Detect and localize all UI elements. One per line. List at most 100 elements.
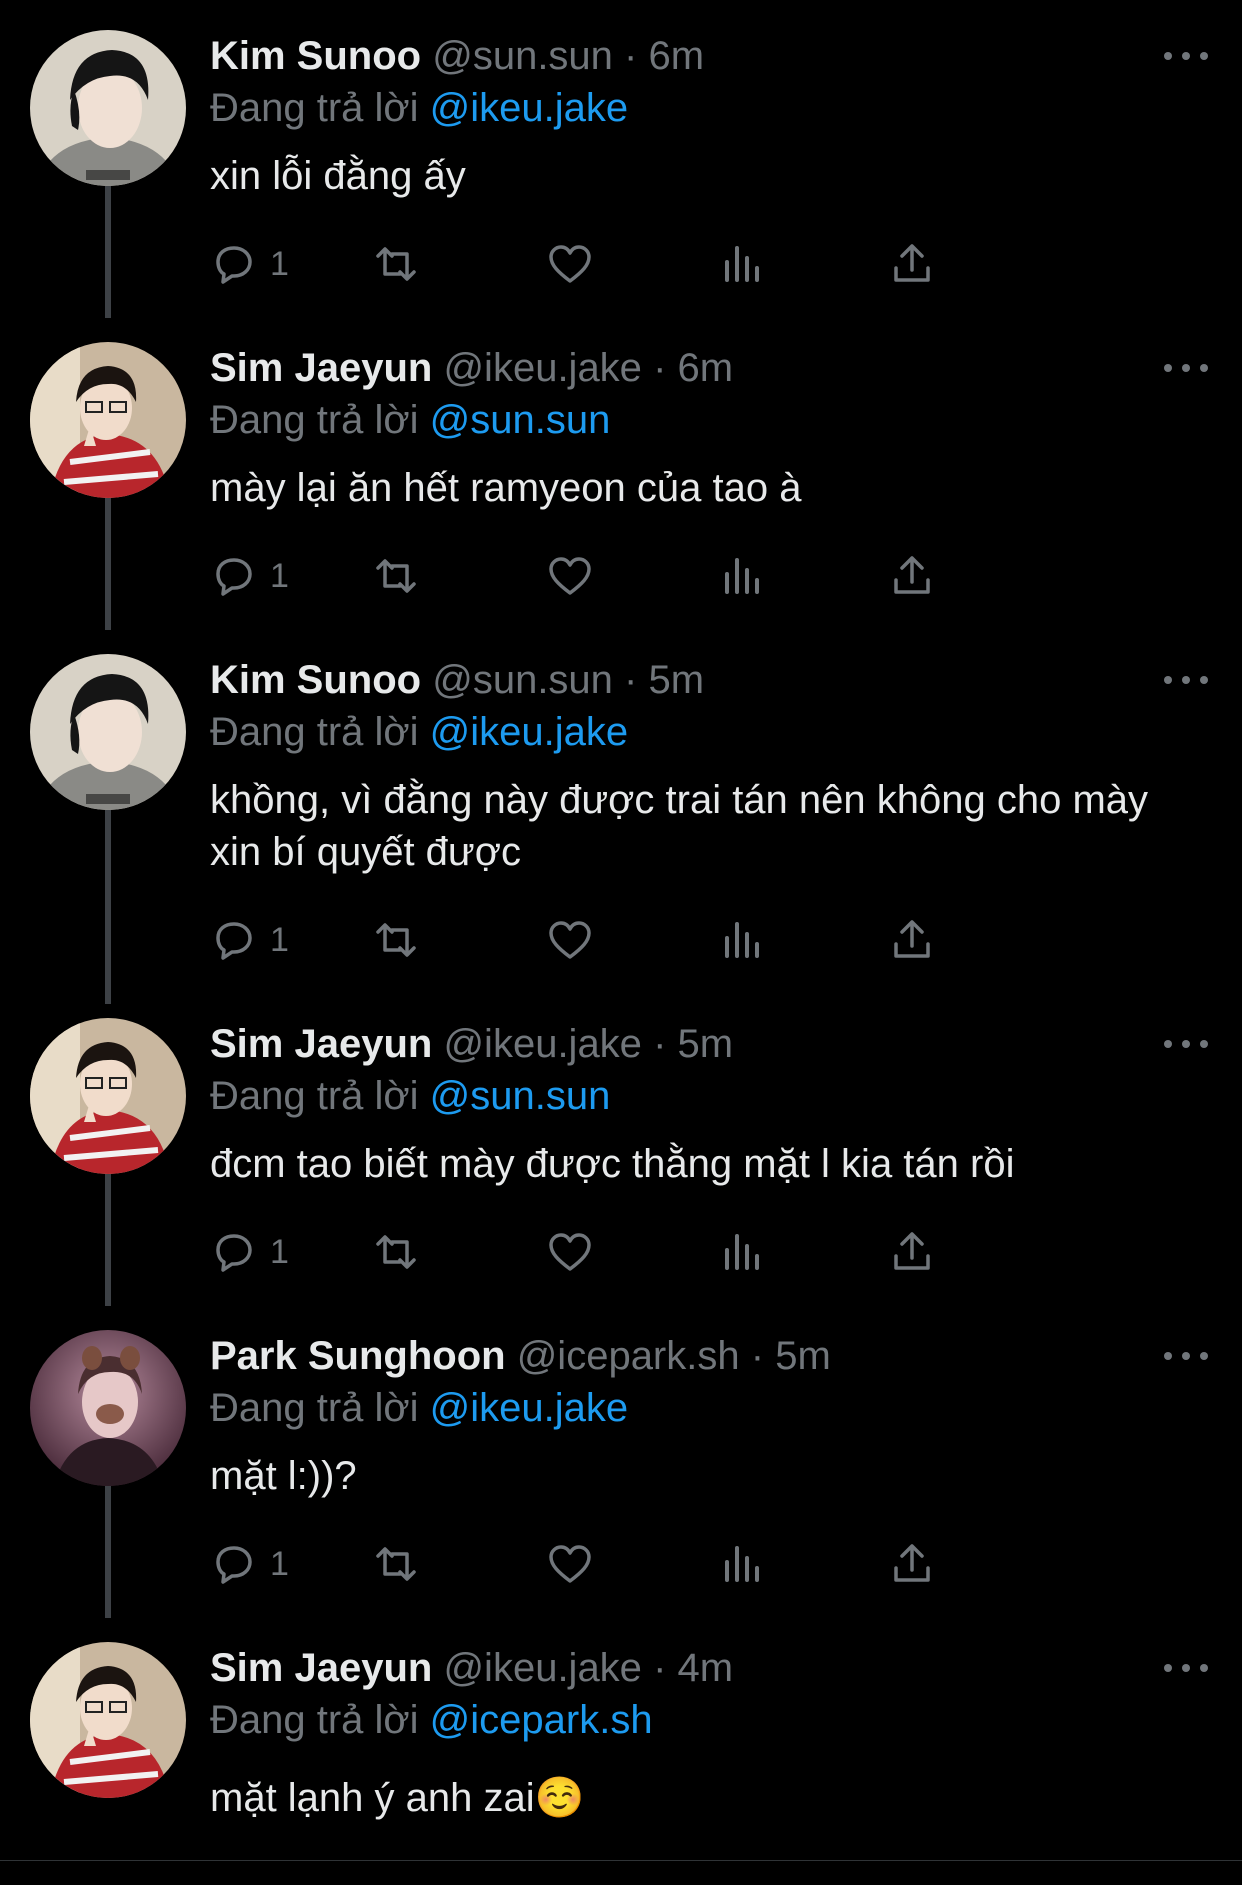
tweet-text: mặt l:))? xyxy=(210,1454,357,1498)
thread-line xyxy=(105,1174,111,1306)
like-icon xyxy=(549,921,591,959)
reply-button[interactable]: 1 xyxy=(210,546,289,606)
avatar[interactable] xyxy=(30,1642,186,1798)
reply-count: 1 xyxy=(270,1544,289,1583)
mention-link[interactable]: @sun.sun xyxy=(430,1074,611,1118)
retweet-button[interactable] xyxy=(372,234,420,294)
tweet-thread: Kim Sunoo @sun.sun · 6m Đang trả lời @ik… xyxy=(0,0,1242,1885)
like-button[interactable] xyxy=(546,546,594,606)
replying-to-label: Đang trả lời xyxy=(210,1698,419,1742)
reply-button[interactable]: 1 xyxy=(210,910,289,970)
replying-to-label: Đang trả lời xyxy=(210,1386,419,1430)
timestamp[interactable]: 6m xyxy=(678,346,734,390)
reply-button[interactable]: 1 xyxy=(210,1534,289,1594)
like-icon xyxy=(549,245,591,283)
avatar[interactable] xyxy=(30,342,186,498)
timestamp[interactable]: 5m xyxy=(775,1334,831,1378)
reply-button[interactable]: 1 xyxy=(210,1222,289,1282)
more-icon[interactable] xyxy=(1164,36,1208,76)
retweet-icon xyxy=(376,1235,416,1269)
mention-link[interactable]: @ikeu.jake xyxy=(430,710,628,754)
reply-count: 1 xyxy=(270,920,289,959)
views-icon xyxy=(725,558,759,594)
jaeyun-avatar-image xyxy=(30,342,186,498)
replying-to: Đang trả lời @ikeu.jake xyxy=(210,706,1182,758)
user-handle[interactable]: @ikeu.jake xyxy=(443,1646,641,1690)
more-icon[interactable] xyxy=(1164,1336,1208,1376)
user-handle[interactable]: @ikeu.jake xyxy=(443,1022,641,1066)
user-handle[interactable]: @icepark.sh xyxy=(517,1334,740,1378)
share-button[interactable] xyxy=(888,234,936,294)
avatar[interactable] xyxy=(30,1330,186,1486)
views-button[interactable] xyxy=(718,546,766,606)
more-icon[interactable] xyxy=(1164,348,1208,388)
avatar[interactable] xyxy=(30,1018,186,1174)
jaeyun-avatar-image xyxy=(30,1642,186,1798)
user-handle[interactable]: @sun.sun xyxy=(432,658,613,702)
display-name[interactable]: Kim Sunoo xyxy=(210,658,421,702)
share-button[interactable] xyxy=(888,546,936,606)
share-button[interactable] xyxy=(888,1222,936,1282)
retweet-button[interactable] xyxy=(372,910,420,970)
reply-icon xyxy=(216,558,252,596)
like-button[interactable] xyxy=(546,1534,594,1594)
thread-line xyxy=(105,498,111,630)
views-button[interactable] xyxy=(718,1222,766,1282)
replying-to-label: Đang trả lời xyxy=(210,1074,419,1118)
separator-dot: · xyxy=(653,346,667,390)
replying-to: Đang trả lời @icepark.sh xyxy=(210,1694,1182,1746)
views-button[interactable] xyxy=(718,910,766,970)
retweet-button[interactable] xyxy=(372,1222,420,1282)
mention-link[interactable]: @icepark.sh xyxy=(430,1698,653,1742)
display-name[interactable]: Sim Jaeyun xyxy=(210,1022,432,1066)
retweet-button[interactable] xyxy=(372,546,420,606)
display-name[interactable]: Park Sunghoon xyxy=(210,1334,506,1378)
retweet-button[interactable] xyxy=(372,1534,420,1594)
mention-link[interactable]: @sun.sun xyxy=(430,398,611,442)
tweet-header: Sim Jaeyun @ikeu.jake · 4m xyxy=(210,1642,1182,1694)
tweet-actions: 1 xyxy=(210,234,1110,294)
share-icon xyxy=(894,244,930,282)
avatar[interactable] xyxy=(30,654,186,810)
display-name[interactable]: Sim Jaeyun xyxy=(210,1646,432,1690)
mention-link[interactable]: @ikeu.jake xyxy=(430,1386,628,1430)
sunghoon-avatar-image xyxy=(30,1330,186,1486)
more-icon[interactable] xyxy=(1164,660,1208,700)
reply-icon xyxy=(216,1546,252,1584)
views-button[interactable] xyxy=(718,1534,766,1594)
share-button[interactable] xyxy=(888,1534,936,1594)
separator-dot: · xyxy=(624,34,638,78)
thread-line xyxy=(105,810,111,1004)
share-button[interactable] xyxy=(888,910,936,970)
display-name[interactable]: Sim Jaeyun xyxy=(210,346,432,390)
tweet-header: Sim Jaeyun @ikeu.jake · 5m xyxy=(210,1018,1182,1070)
views-button[interactable] xyxy=(718,234,766,294)
retweet-icon xyxy=(376,247,416,281)
like-button[interactable] xyxy=(546,1222,594,1282)
timestamp[interactable]: 5m xyxy=(678,1022,734,1066)
retweet-icon xyxy=(376,1547,416,1581)
separator-dot: · xyxy=(653,1646,667,1690)
replying-to-label: Đang trả lời xyxy=(210,86,419,130)
tweet-text: mày lại ăn hết ramyeon của tao à xyxy=(210,466,802,510)
timestamp[interactable]: 4m xyxy=(678,1646,734,1690)
jaeyun-avatar-image xyxy=(30,1018,186,1174)
reply-count: 1 xyxy=(270,556,289,595)
reply-button[interactable]: 1 xyxy=(210,234,289,294)
separator-dot: · xyxy=(624,658,638,702)
avatar[interactable] xyxy=(30,30,186,186)
mention-link[interactable]: @ikeu.jake xyxy=(430,86,628,130)
reply-count: 1 xyxy=(270,244,289,283)
display-name[interactable]: Kim Sunoo xyxy=(210,34,421,78)
user-handle[interactable]: @ikeu.jake xyxy=(443,346,641,390)
like-icon xyxy=(549,557,591,595)
user-handle[interactable]: @sun.sun xyxy=(432,34,613,78)
like-button[interactable] xyxy=(546,234,594,294)
timestamp[interactable]: 6m xyxy=(649,34,705,78)
like-button[interactable] xyxy=(546,910,594,970)
more-icon[interactable] xyxy=(1164,1024,1208,1064)
tweet-text: đcm tao biết mày được thằng mặt l kia tá… xyxy=(210,1142,1015,1186)
timestamp[interactable]: 5m xyxy=(649,658,705,702)
more-icon[interactable] xyxy=(1164,1648,1208,1688)
tweet-actions: 1 xyxy=(210,546,1110,606)
